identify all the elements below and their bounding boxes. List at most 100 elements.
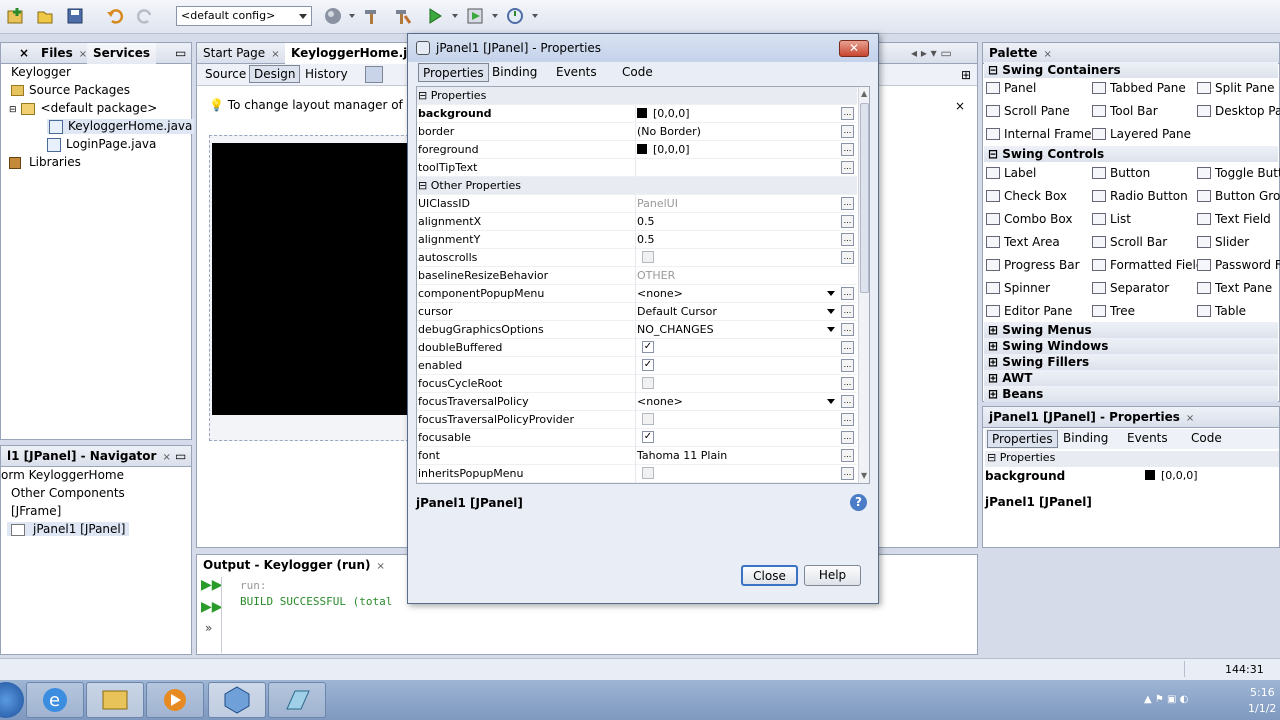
palette-category[interactable]: ⊞ Swing Menus bbox=[984, 322, 1278, 338]
ellipsis-editor-button[interactable]: ... bbox=[841, 233, 854, 246]
tab-files[interactable]: Files × bbox=[35, 43, 93, 64]
palette-category[interactable]: ⊟ Swing Controls bbox=[984, 146, 1278, 162]
section-header[interactable]: ⊟ Properties bbox=[985, 451, 1279, 467]
new-file-icon[interactable] bbox=[34, 5, 56, 27]
property-value[interactable]: PanelUI bbox=[637, 197, 678, 210]
palette-item[interactable]: Slider bbox=[1197, 235, 1249, 249]
nav-item-jframe[interactable]: [JFrame] bbox=[11, 504, 61, 518]
tab-events[interactable]: Events bbox=[1127, 431, 1168, 445]
palette-category[interactable]: ⊞ Swing Windows bbox=[984, 338, 1278, 354]
debug-icon[interactable] bbox=[464, 5, 486, 27]
property-checkbox[interactable]: ✓ bbox=[642, 341, 654, 353]
chevron-down-icon[interactable] bbox=[827, 327, 835, 332]
property-value[interactable]: (No Border) bbox=[637, 125, 701, 138]
jpanel-black[interactable] bbox=[212, 143, 419, 415]
palette-item[interactable]: Editor Pane bbox=[986, 304, 1072, 318]
ellipsis-editor-button[interactable]: ... bbox=[841, 125, 854, 138]
property-row[interactable]: UIClassID PanelUI... bbox=[417, 195, 857, 213]
dialog-tab-properties[interactable]: Properties bbox=[418, 63, 489, 82]
property-row[interactable]: componentPopupMenu <none>... bbox=[417, 285, 857, 303]
palette-item[interactable]: Progress Bar bbox=[986, 258, 1080, 272]
property-checkbox[interactable] bbox=[642, 413, 654, 425]
ellipsis-editor-button[interactable]: ... bbox=[841, 107, 854, 120]
more-icon[interactable]: » bbox=[205, 621, 212, 635]
help-icon[interactable]: ? bbox=[850, 494, 867, 511]
subtab-source[interactable]: Source bbox=[201, 66, 250, 82]
property-row[interactable]: debugGraphicsOptions NO_CHANGES... bbox=[417, 321, 857, 339]
ellipsis-editor-button[interactable]: ... bbox=[841, 305, 854, 318]
close-hint-icon[interactable]: × bbox=[955, 99, 965, 113]
ellipsis-editor-button[interactable]: ... bbox=[841, 359, 854, 372]
palette-category[interactable]: ⊞ Beans bbox=[984, 386, 1278, 402]
new-project-icon[interactable] bbox=[4, 5, 26, 27]
explorer-taskbar-icon[interactable] bbox=[86, 682, 144, 718]
property-value[interactable]: 0.5 bbox=[637, 215, 655, 228]
palette-category[interactable]: ⊟ Swing Containers bbox=[984, 62, 1278, 78]
property-row[interactable]: enabled ✓... bbox=[417, 357, 857, 375]
selection-mode-icon[interactable] bbox=[365, 66, 383, 83]
ellipsis-editor-button[interactable]: ... bbox=[841, 197, 854, 210]
property-value[interactable]: [0,0,0] bbox=[637, 143, 690, 156]
section-header[interactable]: ⊟ Properties bbox=[417, 87, 857, 105]
palette-item[interactable]: Scroll Bar bbox=[1092, 235, 1167, 249]
ellipsis-editor-button[interactable]: ... bbox=[841, 431, 854, 444]
ellipsis-editor-button[interactable]: ... bbox=[841, 341, 854, 354]
tab-properties[interactable]: Properties bbox=[987, 430, 1058, 448]
property-row[interactable]: autoscrolls... bbox=[417, 249, 857, 267]
help-button[interactable]: Help bbox=[804, 565, 861, 586]
palette-item[interactable]: Text Field bbox=[1197, 212, 1271, 226]
redo-icon[interactable] bbox=[134, 5, 156, 27]
ellipsis-editor-button[interactable]: ... bbox=[841, 449, 854, 462]
chevron-down-icon[interactable] bbox=[827, 399, 835, 404]
property-value[interactable]: 0.5 bbox=[637, 233, 655, 246]
property-row[interactable]: inheritsPopupMenu... bbox=[417, 465, 857, 483]
palette-item-internal-frame[interactable]: Internal Frame bbox=[986, 127, 1091, 141]
chevron-down-icon[interactable] bbox=[827, 309, 835, 314]
config-select[interactable]: <default config> bbox=[176, 6, 312, 26]
property-value[interactable]: Default Cursor bbox=[637, 305, 717, 318]
dialog-close-button[interactable]: ✕ bbox=[839, 40, 869, 57]
property-value[interactable]: OTHER bbox=[637, 269, 675, 282]
ellipsis-editor-button[interactable]: ... bbox=[841, 467, 854, 480]
scrollbar[interactable]: ▲ ▼ bbox=[858, 87, 869, 483]
tab-binding[interactable]: Binding bbox=[1063, 431, 1108, 445]
ellipsis-editor-button[interactable]: ... bbox=[841, 413, 854, 426]
nav-item-form[interactable]: orm KeyloggerHome bbox=[1, 468, 124, 482]
property-checkbox[interactable] bbox=[642, 251, 654, 263]
grid-icon[interactable]: ⊞ bbox=[961, 68, 971, 82]
scroll-up-icon[interactable]: ▲ bbox=[861, 89, 867, 98]
start-orb-icon[interactable] bbox=[0, 682, 24, 718]
dialog-titlebar[interactable]: jPanel1 [JPanel] - Properties bbox=[408, 34, 878, 62]
close-icon[interactable]: × bbox=[13, 43, 35, 64]
prop-value[interactable]: [0,0,0] bbox=[1145, 469, 1198, 482]
palette-item-tool-bar[interactable]: Tool Bar bbox=[1092, 104, 1158, 118]
palette-item-split-pane[interactable]: Split Pane bbox=[1197, 81, 1274, 95]
property-row[interactable]: focusTraversalPolicyProvider... bbox=[417, 411, 857, 429]
nav-item-jpanel[interactable]: jPanel1 [JPanel] bbox=[7, 522, 130, 536]
property-value[interactable]: NO_CHANGES bbox=[637, 323, 714, 336]
run-icon[interactable] bbox=[424, 5, 446, 27]
tree-item-project[interactable]: Keylogger bbox=[11, 65, 71, 79]
tree-item-file[interactable]: LoginPage.java bbox=[47, 137, 156, 152]
scroll-thumb[interactable] bbox=[860, 103, 869, 293]
ellipsis-editor-button[interactable]: ... bbox=[841, 143, 854, 156]
property-row[interactable]: toolTipText... bbox=[417, 159, 857, 177]
ellipsis-editor-button[interactable]: ... bbox=[841, 395, 854, 408]
tab-start-page[interactable]: Start Page × bbox=[197, 43, 286, 64]
profile-icon[interactable] bbox=[504, 5, 526, 27]
palette-item-desktop-pane[interactable]: Desktop Pane bbox=[1197, 104, 1280, 118]
minimize-icon[interactable]: ▭ bbox=[169, 446, 192, 467]
tab-keyloggerhome[interactable]: KeyloggerHome.ja bbox=[285, 43, 422, 64]
property-row[interactable]: cursor Default Cursor... bbox=[417, 303, 857, 321]
property-value[interactable]: <none> bbox=[637, 395, 683, 408]
close-icon[interactable]: × bbox=[271, 49, 279, 60]
close-icon[interactable]: × bbox=[1186, 413, 1194, 424]
close-icon[interactable]: × bbox=[79, 49, 87, 60]
palette-item-scroll-pane[interactable]: Scroll Pane bbox=[986, 104, 1070, 118]
save-all-icon[interactable] bbox=[64, 5, 86, 27]
ellipsis-editor-button[interactable]: ... bbox=[841, 161, 854, 174]
build-hammer-icon[interactable] bbox=[360, 5, 382, 27]
palette-item[interactable]: Spinner bbox=[986, 281, 1050, 295]
tree-item-libraries[interactable]: Libraries bbox=[9, 155, 81, 169]
tab-scroll-icons[interactable]: ◂ ▸ ▾ ▭ bbox=[905, 43, 958, 64]
